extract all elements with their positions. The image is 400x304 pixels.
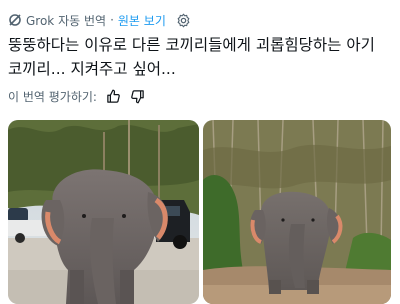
gear-icon[interactable] [176,13,191,28]
elephant-photo-forest[interactable] [203,120,391,304]
elephant-photo-parking-lot[interactable] [8,120,199,304]
separator-dot: · [110,13,114,27]
show-original-link[interactable]: 원본 보기 [118,12,166,29]
translation-rating-bar: 이 번역 평가하기: [8,86,145,106]
grok-logo-icon [8,13,22,27]
post-text: 뚱뚱하다는 이유로 다른 코끼리들에게 괴롭힘당하는 아기 코끼리... 지켜주… [8,36,380,78]
translation-bar: Grok 자동 번역 · 원본 보기 [8,10,392,30]
thumbs-down-icon[interactable] [130,89,145,104]
rate-translation-label: 이 번역 평가하기: [8,89,97,104]
thumbs-up-icon[interactable] [106,89,121,104]
translation-source-label: Grok 자동 번역 [26,13,107,28]
